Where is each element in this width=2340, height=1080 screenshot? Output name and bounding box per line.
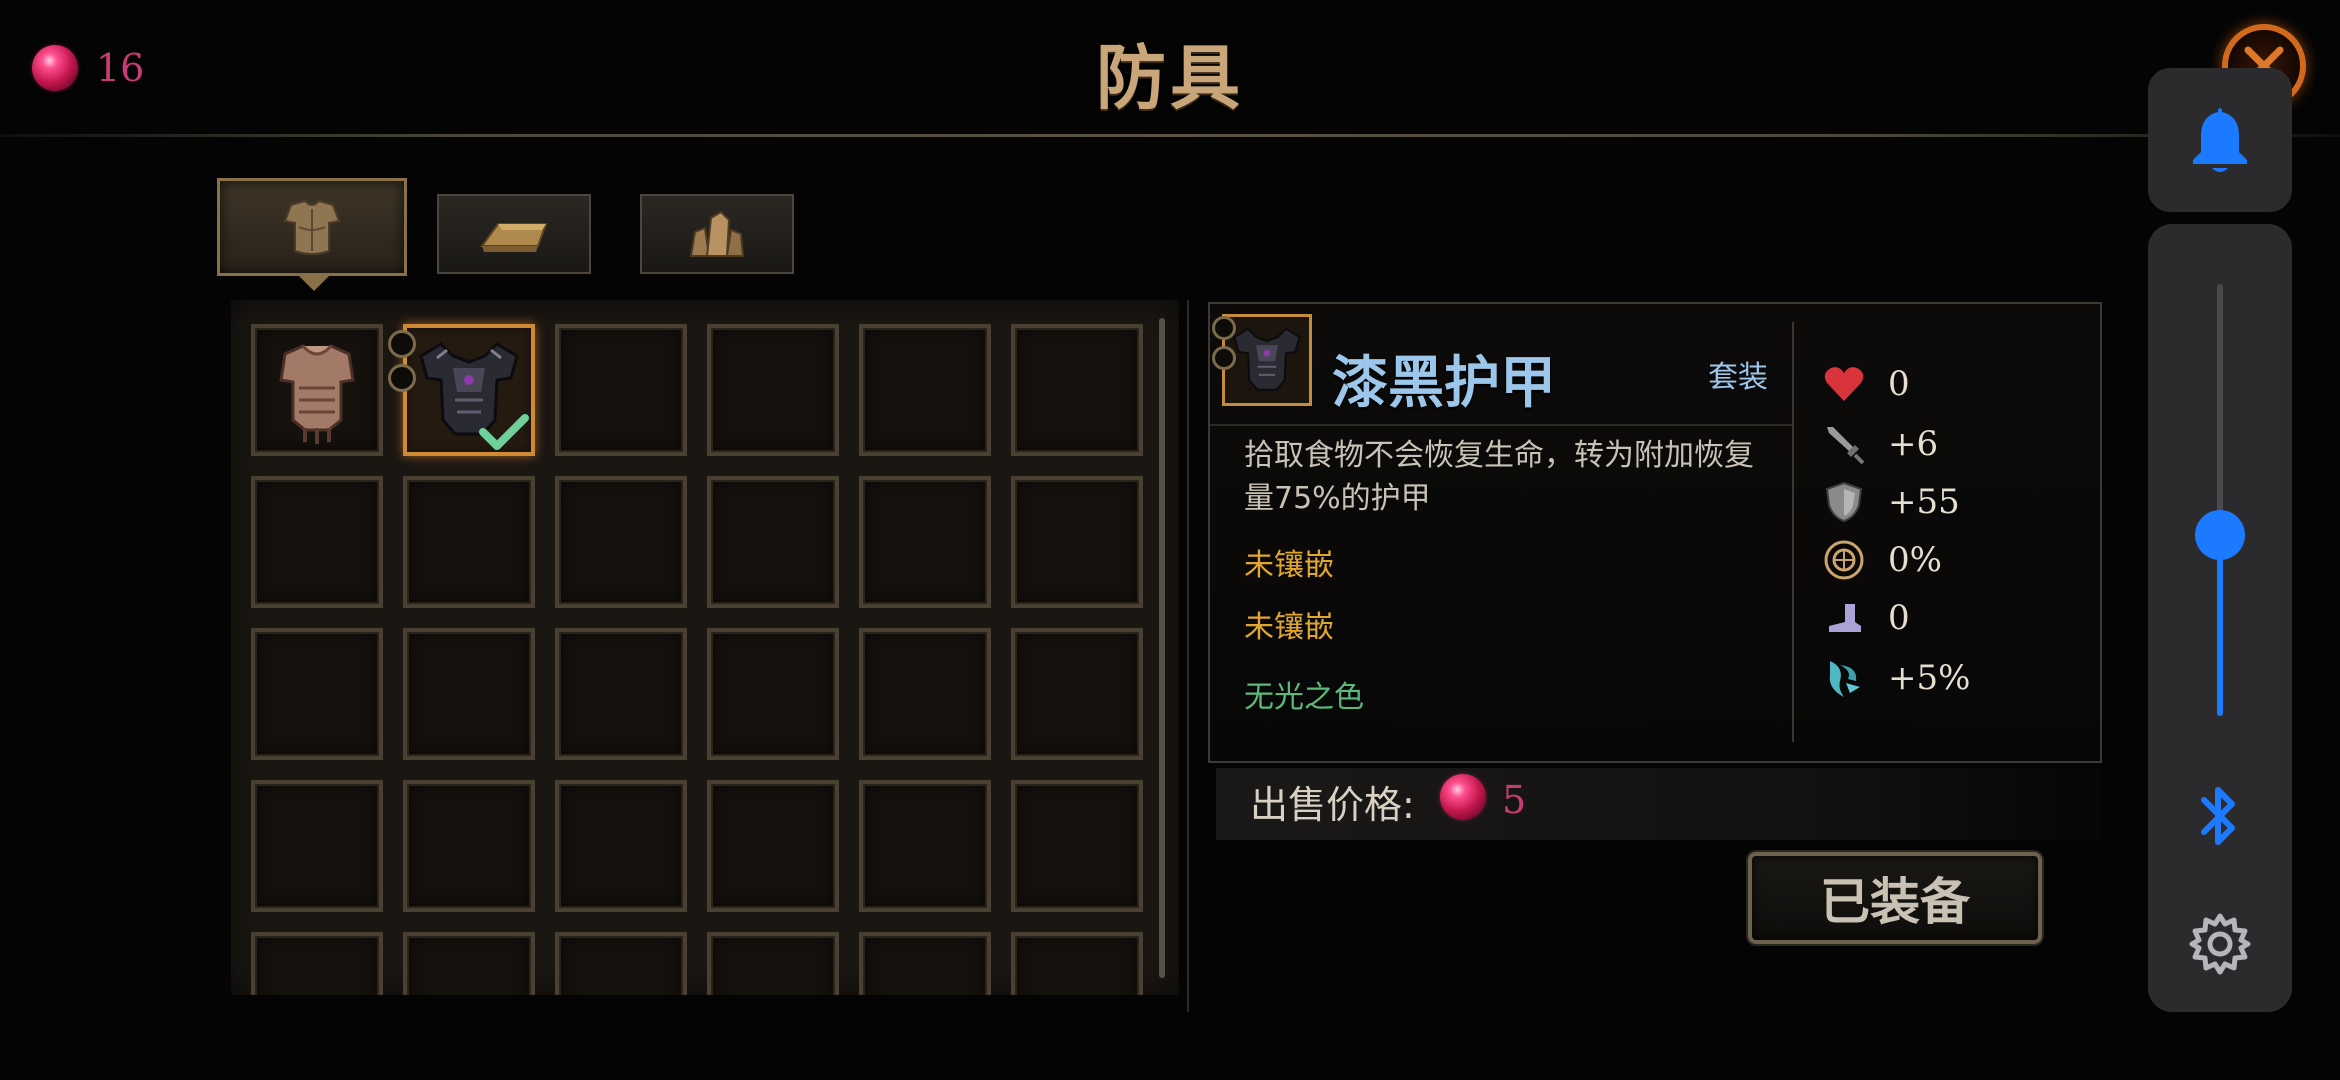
crystal-icon xyxy=(689,210,745,257)
heart-icon xyxy=(1822,362,1866,406)
inventory-scrollbar[interactable] xyxy=(1159,318,1165,978)
stat-row-health: 0 xyxy=(1822,362,1910,406)
boot-icon xyxy=(1822,596,1866,640)
socket-status-2: 未镶嵌 xyxy=(1244,610,1334,645)
armor-icon xyxy=(283,199,341,255)
header-divider xyxy=(0,134,2340,137)
tab-armor[interactable] xyxy=(217,178,407,276)
inventory-slot[interactable] xyxy=(859,476,991,608)
inventory-slot[interactable] xyxy=(859,324,991,456)
inventory-slot[interactable] xyxy=(555,780,687,912)
bluetooth-icon[interactable] xyxy=(2192,780,2248,852)
detail-header-divider xyxy=(1210,424,1793,426)
inventory-slot[interactable] xyxy=(1011,324,1143,456)
tab-crystal[interactable] xyxy=(640,194,794,274)
set-label[interactable]: 套装 xyxy=(1708,352,1768,396)
claw-icon xyxy=(1822,656,1866,700)
inventory-slot[interactable] xyxy=(707,324,839,456)
inventory-slot[interactable] xyxy=(859,780,991,912)
inventory-slot[interactable] xyxy=(555,628,687,760)
inventory-slot[interactable] xyxy=(403,476,535,608)
detail-stats-divider xyxy=(1792,322,1794,742)
leather-armor-icon xyxy=(279,344,355,444)
inventory-slot[interactable] xyxy=(403,780,535,912)
gear-icon[interactable] xyxy=(2188,912,2252,976)
gold-bar-icon xyxy=(480,223,548,252)
tab-gold[interactable] xyxy=(437,194,591,274)
item-socket-1 xyxy=(388,330,416,358)
inventory-slot[interactable] xyxy=(403,932,535,995)
stat-value-health: 0 xyxy=(1888,364,1910,404)
inventory-slot[interactable] xyxy=(859,628,991,760)
inventory-slot[interactable] xyxy=(1011,476,1143,608)
inventory-slot[interactable] xyxy=(707,628,839,760)
stat-value-speed: 0 xyxy=(1888,598,1910,638)
inventory-slot[interactable] xyxy=(707,780,839,912)
inventory-slot[interactable] xyxy=(707,932,839,995)
item-socket-2 xyxy=(388,364,416,392)
inventory-slot-leather-armor[interactable] xyxy=(251,324,383,456)
stat-row-crit: 0% xyxy=(1822,538,1942,582)
item-name: 漆黑护甲 xyxy=(1332,351,1556,416)
stat-row-speed: 0 xyxy=(1822,596,1910,640)
equip-button[interactable]: 已装备 xyxy=(1748,852,2042,944)
stat-row-lifesteal: +5% xyxy=(1822,656,1970,700)
stat-value-attack: +6 xyxy=(1888,424,1939,464)
stat-value-crit: 0% xyxy=(1888,540,1942,580)
inventory-slot-dark-armor[interactable] xyxy=(403,324,535,456)
sword-icon xyxy=(1822,422,1866,466)
item-description: 拾取食物不会恢复生命，转为附加恢复量75%的护甲 xyxy=(1244,438,1754,516)
inventory-slot[interactable] xyxy=(1011,932,1143,995)
inventory-slot[interactable] xyxy=(707,476,839,608)
sell-price-label: 出售价格: xyxy=(1250,783,1415,827)
inventory-slot[interactable] xyxy=(251,932,383,995)
volume-slider-thumb[interactable] xyxy=(2195,509,2245,560)
stat-value-defense: +55 xyxy=(1888,482,1960,522)
stat-value-lifesteal: +5% xyxy=(1888,658,1971,698)
equipped-check-icon xyxy=(479,414,529,450)
panel-divider xyxy=(1187,300,1189,1012)
socket-status-1: 未镶嵌 xyxy=(1244,548,1334,583)
inventory-slot[interactable] xyxy=(859,932,991,995)
bell-icon xyxy=(2193,108,2247,172)
active-tab-pointer xyxy=(296,273,332,291)
stat-row-defense: +55 xyxy=(1822,480,1960,524)
item-effect: 无光之色 xyxy=(1244,680,1364,715)
dark-armor-icon xyxy=(1233,327,1301,391)
shield-icon xyxy=(1822,480,1866,524)
inventory-slot[interactable] xyxy=(1011,628,1143,760)
inventory-slot[interactable] xyxy=(403,628,535,760)
inventory-slot[interactable] xyxy=(1011,780,1143,912)
detail-socket-1 xyxy=(1212,316,1236,340)
gem-icon xyxy=(1440,774,1486,820)
inventory-panel xyxy=(231,300,1179,995)
inventory-slot[interactable] xyxy=(555,932,687,995)
inventory-slot[interactable] xyxy=(555,476,687,608)
sell-price-value: 5 xyxy=(1502,778,1527,822)
detail-socket-2 xyxy=(1212,346,1236,370)
inventory-slot[interactable] xyxy=(251,628,383,760)
notification-toggle[interactable] xyxy=(2148,68,2292,212)
stat-row-attack: +6 xyxy=(1822,422,1938,466)
inventory-slot[interactable] xyxy=(555,324,687,456)
crit-icon xyxy=(1822,538,1866,582)
inventory-slot[interactable] xyxy=(251,780,383,912)
page-title: 防具 xyxy=(1096,36,1244,119)
volume-slider-fill xyxy=(2217,534,2223,716)
inventory-slot[interactable] xyxy=(251,476,383,608)
